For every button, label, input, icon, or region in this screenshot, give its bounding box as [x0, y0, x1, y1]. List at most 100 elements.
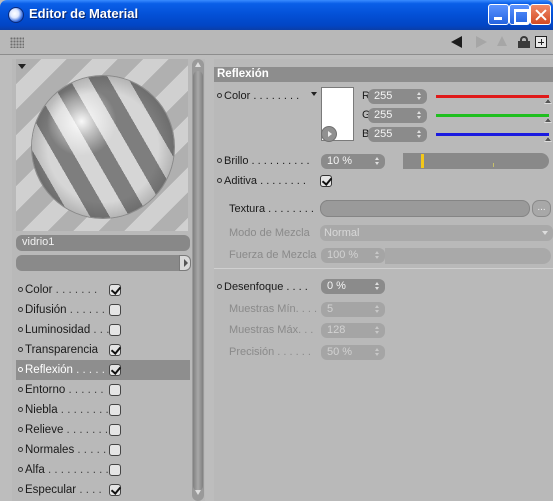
slider-thumb[interactable]	[544, 136, 552, 142]
channel-label: Reflexión	[25, 364, 73, 376]
new-window-icon[interactable]	[535, 36, 547, 48]
back-arrow-icon[interactable]	[451, 36, 462, 48]
spinner-icon[interactable]	[417, 130, 421, 139]
preview-menu-icon[interactable]	[18, 64, 26, 69]
scroll-down-icon[interactable]	[195, 490, 201, 495]
b-value-field[interactable]: 255	[368, 127, 427, 142]
channel-normales[interactable]: Normales . . . . .	[16, 440, 190, 460]
brillo-value-field[interactable]: 10 %	[321, 154, 385, 169]
spinner-icon[interactable]	[375, 305, 379, 314]
spinner-icon[interactable]	[375, 282, 379, 291]
spinner-icon[interactable]	[375, 157, 379, 166]
bullet-icon	[18, 427, 23, 432]
color-menu-icon[interactable]	[311, 92, 317, 96]
desenfoque-value-field[interactable]: 0 %	[321, 279, 385, 294]
scroll-up-icon[interactable]	[195, 62, 201, 67]
spinner-icon[interactable]	[417, 92, 421, 101]
title-bar[interactable]: Editor de Material	[0, 0, 553, 30]
bullet-icon	[18, 387, 23, 392]
channel-checkbox[interactable]	[109, 364, 121, 376]
channel-list: Color . . . . . . . Difusión . . . . . .…	[16, 280, 190, 500]
channel-label: Color	[25, 284, 53, 296]
aditiva-checkbox[interactable]	[320, 175, 332, 187]
channel-checkbox[interactable]	[109, 444, 121, 456]
material-name-field[interactable]: vidrio1	[16, 235, 190, 251]
slider-thumb[interactable]	[544, 117, 552, 123]
forward-arrow-icon[interactable]	[476, 36, 487, 48]
bullet-icon	[18, 327, 23, 332]
fuerza-mezcla-slider[interactable]	[385, 248, 551, 264]
channel-luminosidad[interactable]: Luminosidad . . .	[16, 320, 190, 340]
r-value-field[interactable]: 255	[368, 89, 427, 104]
channel-label: Especular	[25, 484, 77, 496]
section-header: Reflexión	[214, 67, 553, 82]
fuerza-mezcla-field[interactable]: 100 %	[321, 248, 385, 263]
channel-reflexion[interactable]: Reflexión . . . . .	[16, 360, 190, 380]
channel-difusion[interactable]: Difusión . . . . . .	[16, 300, 190, 320]
slider-thumb[interactable]	[544, 98, 552, 104]
divider	[214, 268, 553, 269]
up-arrow-icon[interactable]	[497, 36, 507, 46]
channel-checkbox[interactable]	[109, 404, 121, 416]
precision-label: Precisión . . . . . .	[229, 346, 311, 358]
texture-more-button[interactable]: ...	[532, 200, 551, 217]
precision-field[interactable]: 50 %	[321, 345, 385, 360]
bullet-icon	[18, 447, 23, 452]
channel-relieve[interactable]: Relieve . . . . . . . .	[16, 420, 190, 440]
brillo-slider[interactable]	[403, 153, 549, 169]
channel-label: Transparencia	[25, 344, 99, 356]
channel-label: Relieve	[25, 424, 64, 436]
grip-icon[interactable]	[10, 37, 24, 48]
spinner-icon[interactable]	[375, 326, 379, 335]
channel-color[interactable]: Color . . . . . . .	[16, 280, 190, 300]
channel-transparencia[interactable]: Transparencia	[16, 340, 190, 360]
g-slider[interactable]	[436, 114, 552, 123]
bullet-icon	[217, 158, 222, 163]
left-scrollbar[interactable]	[192, 59, 204, 501]
material-input-field[interactable]	[16, 255, 191, 271]
muestras-min-field[interactable]: 5	[321, 302, 385, 317]
channel-checkbox[interactable]	[109, 384, 121, 396]
channel-checkbox[interactable]	[109, 484, 121, 496]
channel-especular[interactable]: Especular . . . .	[16, 480, 190, 500]
maximize-button[interactable]	[509, 4, 530, 25]
brillo-marker[interactable]	[421, 154, 424, 168]
modo-mezcla-select[interactable]: Normal	[320, 225, 553, 241]
muestras-max-field[interactable]: 128	[321, 323, 385, 338]
spinner-icon[interactable]	[417, 111, 421, 120]
b-slider[interactable]	[436, 133, 552, 142]
channel-checkbox[interactable]	[109, 464, 121, 476]
muestras-min-label: Muestras Mín. . . .	[229, 303, 318, 315]
preview-sphere	[32, 76, 174, 218]
bullet-icon	[18, 487, 23, 492]
g-value-field[interactable]: 255	[368, 108, 427, 123]
minimize-button[interactable]	[488, 4, 509, 25]
channel-entorno[interactable]: Entorno . . . . . .	[16, 380, 190, 400]
material-input-arrow-icon[interactable]	[179, 255, 191, 271]
spinner-icon[interactable]	[375, 251, 379, 260]
channel-niebla[interactable]: Niebla . . . . . . . . .	[16, 400, 190, 420]
channel-checkbox[interactable]	[109, 284, 121, 296]
textura-label: Textura . . . . . . . .	[229, 203, 314, 215]
app-icon[interactable]	[8, 7, 24, 23]
bullet-icon	[18, 347, 23, 352]
close-button[interactable]	[530, 4, 551, 25]
scroll-thumb[interactable]	[193, 71, 203, 491]
channel-alfa[interactable]: Alfa . . . . . . . . . .	[16, 460, 190, 480]
lock-icon[interactable]	[518, 36, 530, 48]
channel-checkbox[interactable]	[109, 324, 121, 336]
brillo-label: Brillo . . . . . . . . . .	[217, 155, 310, 167]
modo-mezcla-label: Modo de Mezcla	[229, 227, 310, 239]
color-label: Color . . . . . . . .	[217, 90, 299, 102]
toolbar	[0, 30, 553, 55]
channel-checkbox[interactable]	[109, 424, 121, 436]
aditiva-label: Aditiva . . . . . . . .	[217, 175, 306, 187]
channel-checkbox[interactable]	[109, 344, 121, 356]
r-slider[interactable]	[436, 95, 552, 104]
material-preview[interactable]	[16, 59, 188, 231]
color-picker-button[interactable]	[321, 126, 337, 142]
spinner-icon[interactable]	[375, 348, 379, 357]
channel-label: Entorno	[25, 384, 66, 396]
texture-field[interactable]	[320, 200, 530, 217]
channel-checkbox[interactable]	[109, 304, 121, 316]
